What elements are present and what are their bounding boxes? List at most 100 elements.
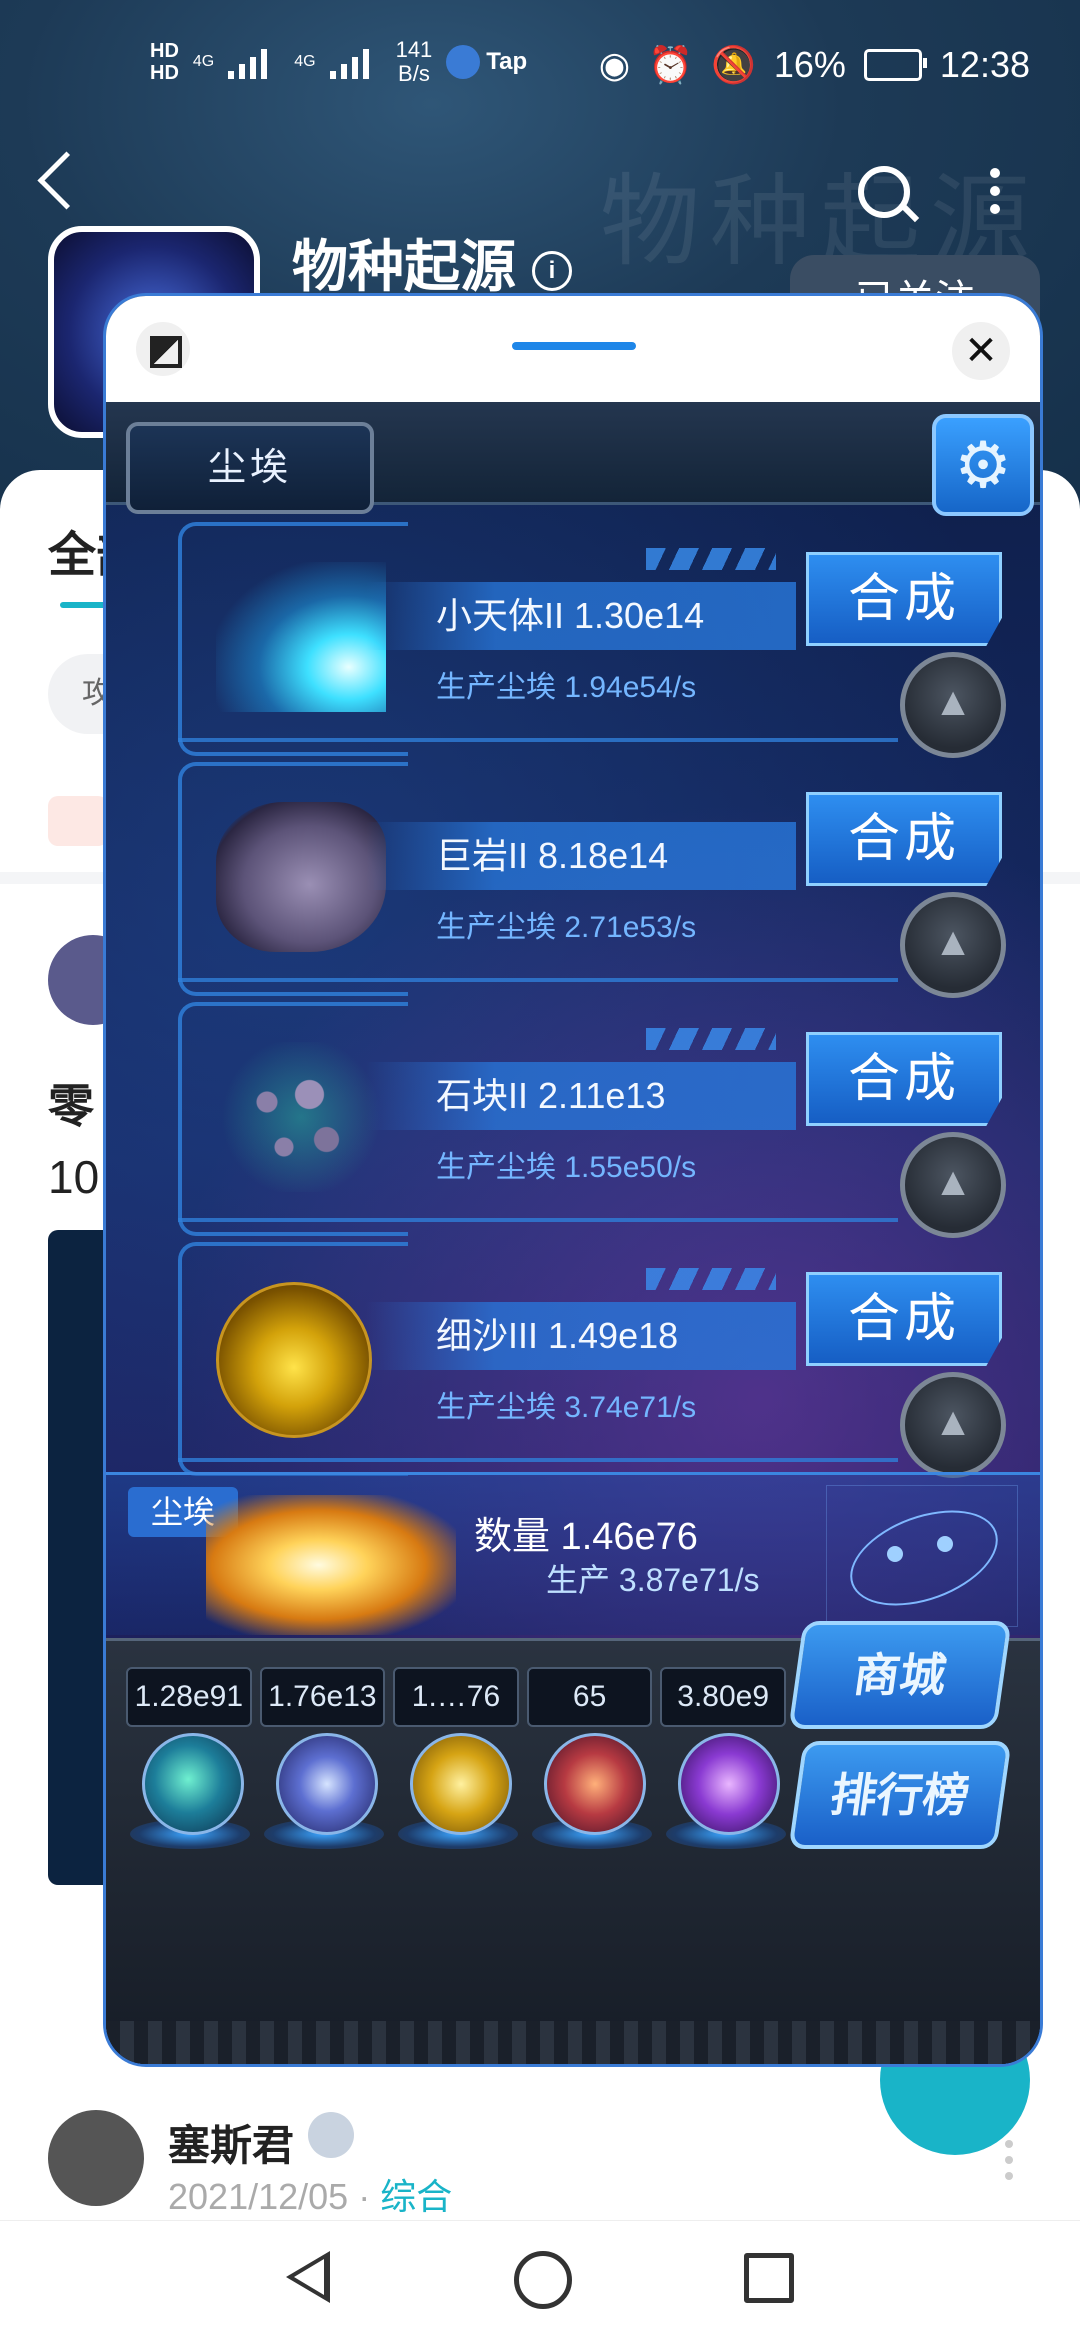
- planet-dot: [887, 1546, 903, 1562]
- item-production: 生产尘埃 3.74e71/s: [436, 1391, 697, 1424]
- upgrade-arrow-icon[interactable]: [900, 1372, 1006, 1478]
- author-badge-icon: [308, 2112, 354, 2158]
- sand-orb-icon: [216, 1282, 372, 1438]
- shop-button[interactable]: 商城: [788, 1621, 1012, 1729]
- search-icon[interactable]: [858, 166, 910, 218]
- upgrade-arrow-icon[interactable]: [900, 1132, 1006, 1238]
- meta-separator: ·: [358, 2176, 371, 2217]
- status-bar: HD HD 4G 4G 141 B/s Tap ◉ ⏰ 🔕 16% 12:38: [0, 0, 1080, 130]
- pin-icon: [48, 796, 108, 846]
- resize-icon[interactable]: [136, 322, 190, 376]
- battery-icon: [863, 49, 927, 81]
- orbit-diagram: [826, 1485, 1018, 1627]
- stones-icon: [216, 1042, 386, 1192]
- upgrade-arrow-icon[interactable]: [900, 892, 1006, 998]
- game-header-label: 尘埃: [126, 422, 374, 514]
- resource-counters: 1.28e91 1.76e13 1.…76 65 3.80e9: [126, 1667, 786, 1727]
- orbit-ellipse: [837, 1492, 1011, 1624]
- brain-orb-icon: [544, 1733, 646, 1835]
- resource-counter: 1.28e91: [126, 1667, 252, 1727]
- dust-count: 数量 1.46e76: [474, 1516, 698, 1558]
- item-name: 细沙III 1.49e18: [366, 1302, 796, 1370]
- hd-indicators: HD HD: [150, 40, 179, 84]
- item-production: 生产尘埃 1.94e54/s: [436, 671, 697, 704]
- row-baseline: [178, 978, 898, 982]
- dust-orb-icon: [410, 1733, 512, 1835]
- clock: 12:38: [939, 44, 1030, 85]
- close-icon[interactable]: ✕: [952, 322, 1010, 380]
- leaderboard-button[interactable]: 排行榜: [788, 1741, 1012, 1849]
- merge-button[interactable]: 合成: [806, 1272, 1002, 1366]
- item-production: 生产尘埃 1.55e50/s: [436, 1151, 697, 1184]
- info-icon[interactable]: i: [532, 251, 572, 292]
- vortex-orb-button[interactable]: [666, 1733, 786, 1853]
- post-title[interactable]: 零: [48, 1070, 94, 1136]
- net-speed-unit: B/s: [398, 61, 430, 86]
- dust-production: 生产 3.87e71/s: [546, 1562, 760, 1598]
- post-more-icon[interactable]: [1005, 2140, 1013, 2188]
- hd1-label: HD: [150, 40, 179, 62]
- network2-label: 4G: [294, 53, 316, 70]
- app-title-row: 物种起源 i: [292, 222, 572, 303]
- signal1-icon: [228, 45, 280, 79]
- tap-label: Tap: [486, 48, 528, 75]
- row-baseline: [178, 1458, 898, 1462]
- lightbulb-icon: [446, 45, 481, 79]
- item-name: 石块II 2.11e13: [366, 1062, 796, 1130]
- energy-orb-button[interactable]: [264, 1733, 384, 1853]
- merge-button[interactable]: 合成: [806, 1032, 1002, 1126]
- drag-handle[interactable]: [512, 342, 636, 350]
- author-meta: 2021/12/05 · 综合: [168, 2168, 452, 2220]
- item-row: 石块II 2.11e13 生产尘埃 1.55e50/s 合成: [106, 992, 1040, 1238]
- planet-dot: [937, 1536, 953, 1552]
- dust-orb-button[interactable]: [398, 1733, 518, 1853]
- row-baseline: [178, 738, 898, 742]
- upgrade-arrow-icon[interactable]: [900, 652, 1006, 758]
- vortex-orb-icon: [678, 1733, 780, 1835]
- alarm-icon: ⏰: [648, 44, 694, 85]
- net-speed-value: 141: [395, 37, 433, 62]
- battery-percent: 16%: [773, 44, 846, 85]
- item-production: 生产尘埃 2.71e53/s: [436, 911, 697, 944]
- merge-button[interactable]: 合成: [806, 552, 1002, 646]
- nav-back-icon[interactable]: [286, 2251, 330, 2303]
- dust-burst-icon: [206, 1495, 456, 1635]
- resource-counter: 3.80e9: [660, 1667, 786, 1727]
- item-row: 细沙III 1.49e18 生产尘埃 3.74e71/s 合成: [106, 1232, 1040, 1478]
- app-title: 物种起源: [292, 235, 516, 298]
- network1-label: 4G: [192, 53, 215, 70]
- dust-summary-panel: 尘埃 数量 1.46e76 生产 3.87e71/s: [106, 1472, 1040, 1635]
- row-baseline: [178, 1218, 898, 1222]
- floating-window: ✕ 尘埃 小天体II 1.30e14 生产尘埃 1.94e54/s 合成 巨岩I…: [106, 296, 1040, 2064]
- resource-bar: 1.28e91 1.76e13 1.…76 65 3.80e9 商城 排行榜: [106, 1621, 1040, 2064]
- row-decoration: [646, 1028, 776, 1050]
- mute-icon: 🔕: [711, 44, 756, 85]
- more-vertical-icon[interactable]: [990, 168, 1000, 218]
- author-category[interactable]: 综合: [380, 2176, 452, 2217]
- taptap-badge: Tap: [446, 45, 527, 79]
- resource-counter: 1.76e13: [259, 1667, 386, 1727]
- row-decoration: [646, 1268, 776, 1290]
- author-name[interactable]: 塞斯君: [168, 2112, 294, 2173]
- particle-orb-button[interactable]: [130, 1733, 250, 1853]
- merge-button[interactable]: 合成: [806, 792, 1002, 886]
- nav-home-icon[interactable]: [514, 2251, 572, 2309]
- lightning-orb-icon: [276, 1733, 378, 1835]
- game-screen: 尘埃 小天体II 1.30e14 生产尘埃 1.94e54/s 合成 巨岩II …: [106, 402, 1040, 2064]
- net-speed: 141 B/s: [396, 38, 433, 86]
- settings-gear-icon[interactable]: [932, 414, 1034, 516]
- author-date: 2021/12/05: [168, 2176, 349, 2217]
- post-number: 10: [48, 1151, 100, 1203]
- resource-counter: 1.…76: [393, 1667, 519, 1727]
- item-row: 巨岩II 8.18e14 生产尘埃 2.71e53/s 合成: [106, 752, 1040, 998]
- floating-window-titlebar: ✕: [106, 296, 1040, 402]
- boulder-icon: [216, 802, 386, 952]
- nav-recents-icon[interactable]: [744, 2253, 794, 2303]
- life-orb-button[interactable]: [532, 1733, 652, 1853]
- system-nav-bar: [0, 2220, 1080, 2341]
- hd2-label: HD: [150, 62, 179, 84]
- resource-orbs: [130, 1733, 790, 1853]
- eye-icon: ◉: [598, 44, 631, 85]
- author-avatar[interactable]: [48, 2110, 144, 2206]
- item-name: 小天体II 1.30e14: [366, 582, 796, 650]
